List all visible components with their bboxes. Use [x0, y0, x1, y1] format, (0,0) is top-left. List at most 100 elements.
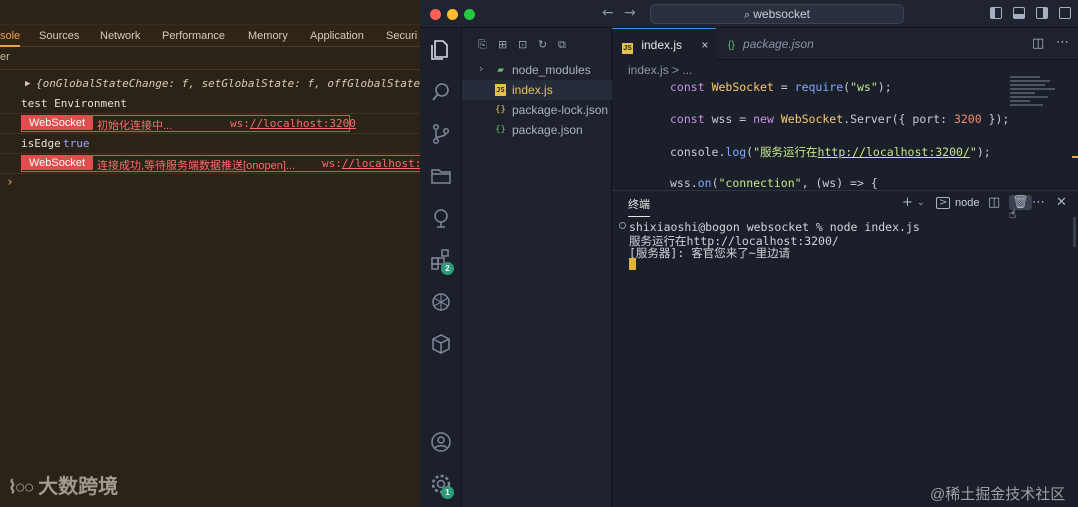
new-terminal-icon[interactable]: + [902, 195, 913, 210]
tab-terminal[interactable]: 终端 [628, 196, 650, 217]
new-folder-icon[interactable]: ⊞ [498, 38, 511, 51]
new-file-icon[interactable]: ⎘ [478, 38, 491, 51]
object-preview: {onGlobalStateChange: f, setGlobalState:… [36, 77, 420, 90]
split-terminal-icon[interactable]: ◫ [988, 195, 1000, 210]
terminal-shell-icon: > [936, 197, 951, 209]
websocket-tag: WebSocket [21, 156, 94, 170]
tab-network[interactable]: Network [100, 25, 140, 47]
tab-performance[interactable]: Performance [162, 25, 225, 47]
console-env-row: test Environment [0, 94, 420, 114]
tab-memory[interactable]: Memory [248, 25, 288, 47]
ws-message: 连接成功,等待服务端数据推送[onopen]... [97, 160, 296, 172]
isedge-label: isEdge [21, 137, 61, 150]
watermark-text: 大数跨境 [38, 476, 119, 498]
folder-icon[interactable] [429, 164, 453, 188]
account-icon[interactable] [429, 430, 453, 454]
websocket-tag: WebSocket [21, 116, 94, 130]
console-filter[interactable]: er [0, 48, 420, 70]
maximize-window-button[interactable] [464, 9, 475, 20]
tab-package-json[interactable]: {} package.json [728, 28, 838, 60]
terminal-shell-label[interactable]: node [955, 197, 979, 209]
tab-index-js[interactable]: JS index.js × [612, 28, 716, 60]
toggle-panel-icon[interactable] [1013, 7, 1025, 19]
watermark-logo: ⌇○○ 大数跨境 [8, 470, 118, 499]
search-icon[interactable] [429, 80, 453, 104]
isedge-value: true [63, 137, 90, 150]
explorer-item-package-lock[interactable]: {} package-lock.json [462, 100, 612, 120]
json-file-icon: {} [495, 125, 506, 135]
run-debug-icon[interactable] [429, 206, 453, 230]
new-item-icon[interactable]: ⊡ [518, 38, 531, 51]
vscode-window: ← → ⌕ websocket 2 1 ⎘ ⊞ ⊡ ↻ ⧉ › ▰ node_m… [420, 0, 1078, 507]
activity-bar: 2 1 [420, 28, 462, 507]
code-line[interactable]: const wss = new WebSocket.Server({ port:… [670, 112, 1009, 126]
breadcrumb[interactable]: index.js > ... [628, 63, 692, 77]
file-label: package-lock.json [512, 103, 609, 117]
tab-application[interactable]: Application [310, 25, 364, 47]
customize-layout-icon[interactable] [1059, 7, 1071, 19]
close-window-button[interactable] [430, 9, 441, 20]
console-prompt-row[interactable]: › [0, 174, 420, 194]
editor-area: JS index.js × {} package.json ◫ ⋯ index.… [612, 28, 1078, 190]
code-line[interactable]: const WebSocket = require("ws"); [670, 80, 892, 94]
refresh-icon[interactable]: ↻ [538, 38, 551, 51]
scroll-indicator [1072, 156, 1078, 158]
terminal-scrollbar[interactable] [1073, 217, 1076, 247]
devtools-tab-bar: sole Sources Network Performance Memory … [0, 24, 420, 47]
toggle-secondary-sidebar-icon[interactable] [1036, 7, 1048, 19]
console-ws-row-1: WebSocket 初始化连接中... ws://localhost:3200 [0, 114, 420, 134]
console-ws-row-2: WebSocket 连接成功,等待服务端数据推送[onopen]... ws:/… [0, 154, 420, 174]
terminal-panel: 终端 + ⌄ > node ◫ 🗑 ⋯ ✕ ☝ shixiaoshi@bogon… [612, 190, 1078, 507]
terminal-line: shixiaoshi@bogon websocket % node index.… [629, 220, 920, 234]
settings-badge: 1 [441, 486, 454, 499]
command-status-icon [619, 222, 626, 229]
tab-sources[interactable]: Sources [39, 25, 79, 47]
file-label: package.json [512, 123, 583, 137]
devtools-panel: sole Sources Network Performance Memory … [0, 0, 420, 507]
package-icon[interactable] [429, 332, 453, 356]
toggle-sidebar-icon[interactable] [990, 7, 1002, 19]
more-actions-icon[interactable]: ⋯ [1032, 195, 1045, 210]
extensions-badge: 2 [441, 262, 454, 275]
forward-arrow-icon[interactable]: → [624, 5, 636, 21]
console-object-row[interactable]: ▶ {onGlobalStateChange: f, setGlobalStat… [0, 74, 420, 94]
expand-triangle-icon[interactable]: ▶ [25, 79, 30, 89]
tab-label: package.json [743, 37, 814, 51]
folder-node-icon: ▰ [497, 63, 504, 76]
explorer-item-package-json[interactable]: {} package.json [462, 120, 612, 140]
terminal-line: [服务器]: 客官您来了~里边请 [629, 246, 791, 260]
code-line[interactable]: wss.on("connection", (ws) => { [670, 176, 878, 190]
chatgpt-icon[interactable] [429, 290, 453, 314]
console-isedge-row: isEdge true [0, 134, 420, 154]
close-icon[interactable]: × [701, 38, 708, 52]
minimize-window-button[interactable] [447, 9, 458, 20]
js-file-icon: JS [622, 43, 633, 54]
tab-console[interactable]: sole [0, 25, 21, 47]
ws-url[interactable]: ws://localhost:3. [322, 157, 420, 170]
collapse-all-icon[interactable]: ⧉ [558, 38, 571, 51]
code-line[interactable]: console.log("服务运行在http://localhost:3200/… [670, 144, 991, 160]
env-text: test Environment [21, 97, 127, 110]
source-control-icon[interactable] [429, 122, 453, 146]
minimap[interactable] [1010, 76, 1060, 116]
chevron-down-icon[interactable]: ⌄ [917, 198, 925, 208]
js-file-icon: JS [495, 84, 506, 96]
editor-tab-bar: JS index.js × {} package.json ◫ ⋯ [612, 28, 1078, 60]
ws-message: 初始化连接中... [97, 120, 173, 132]
explorer-item-index-js[interactable]: JS index.js [462, 80, 612, 100]
mouse-pointer-icon: ☝ [1009, 207, 1017, 221]
ws-url[interactable]: ws://localhost:3200 [230, 117, 356, 130]
workspace-name: websocket [753, 7, 810, 21]
explorer-item-node-modules[interactable]: › ▰ node_modules [462, 60, 612, 80]
search-icon: ⌕ [744, 9, 754, 21]
split-editor-icon[interactable]: ◫ [1032, 36, 1044, 51]
tab-label: index.js [641, 38, 683, 52]
terminal-cursor [629, 258, 636, 270]
close-panel-icon[interactable]: ✕ [1056, 195, 1067, 210]
explorer-icon[interactable] [429, 38, 453, 62]
back-arrow-icon[interactable]: ← [602, 5, 614, 21]
more-actions-icon[interactable]: ⋯ [1056, 35, 1069, 50]
command-center-search[interactable]: ⌕ websocket [650, 4, 904, 24]
file-label: index.js [512, 83, 553, 97]
tab-security[interactable]: Securi [386, 25, 417, 47]
